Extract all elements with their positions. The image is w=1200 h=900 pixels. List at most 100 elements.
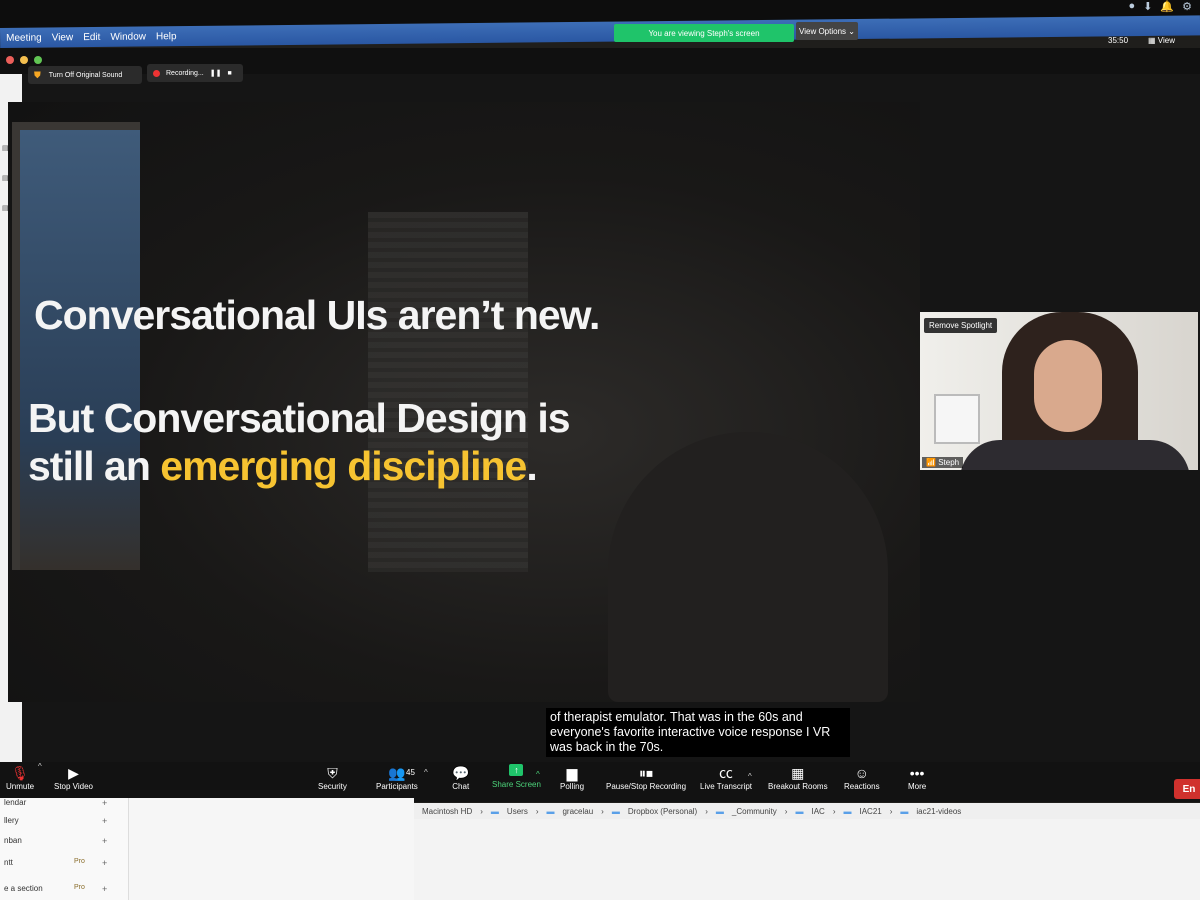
breakout-rooms-button[interactable]: ▦ Breakout Rooms — [768, 764, 828, 791]
view-button[interactable]: ▦ View — [1148, 36, 1175, 45]
shared-screen-slide: Conversational UIs aren’t new. But Conve… — [8, 102, 920, 702]
path-item[interactable]: IAC — [811, 807, 824, 816]
end-meeting-button[interactable]: En — [1174, 779, 1200, 799]
live-caption: of therapist emulator. That was in the 6… — [546, 708, 850, 757]
folder-icon: ▬ — [715, 806, 724, 816]
polling-label: Polling — [560, 782, 585, 791]
reactions-button[interactable]: ☺ Reactions — [844, 764, 880, 791]
slide-headline-1: Conversational UIs aren’t new. — [34, 292, 600, 338]
caret-up-icon[interactable]: ^ — [424, 768, 428, 777]
participant-name-label: Steph — [938, 458, 960, 467]
status-icon-2[interactable]: ⬇ — [1143, 0, 1152, 13]
participants-icon: 👥 — [388, 765, 406, 781]
menu-view[interactable]: View — [52, 32, 74, 43]
folder-icon: ▬ — [546, 806, 555, 816]
menu-edit[interactable]: Edit — [83, 31, 100, 42]
path-item[interactable]: IAC21 — [859, 807, 881, 816]
pause-stop-icon: ⏸⏹ — [639, 765, 654, 781]
participant-count: 45 — [406, 768, 415, 777]
menu-window[interactable]: Window — [110, 31, 146, 42]
finder-content-area — [414, 819, 1200, 900]
live-transcript-label: Live Transcript — [700, 782, 753, 791]
sidebar-item[interactable]: ntt — [4, 858, 13, 867]
meeting-timer: 35:50 — [1108, 36, 1129, 45]
shield-icon: ⛨ — [327, 765, 338, 781]
caret-up-icon[interactable]: ^ — [748, 772, 752, 781]
mic-muted-icon: 🎙 — [11, 765, 29, 781]
pro-badge: Pro — [74, 884, 85, 891]
status-icon-1[interactable]: ● — [1129, 0, 1136, 13]
share-arrow-icon: ↑ — [509, 764, 524, 776]
path-item[interactable]: Macintosh HD — [422, 807, 472, 816]
stop-video-button[interactable]: ▶ Stop Video — [54, 764, 93, 791]
path-item[interactable]: Users — [507, 807, 528, 816]
reactions-label: Reactions — [844, 782, 880, 791]
finder-path-bar: Macintosh HD › ▬ Users › ▬ gracelau › ▬ Dropbo… — [414, 803, 1200, 819]
add-icon[interactable]: + — [102, 858, 107, 868]
slide-text-period: . — [526, 443, 537, 489]
grid-icon: ▦ — [791, 765, 805, 781]
security-button[interactable]: ⛨ Security — [318, 764, 347, 791]
pause-icon[interactable]: ❚❚ — [210, 69, 222, 77]
caret-up-icon[interactable]: ^ — [38, 762, 42, 771]
slide-headline-2b: still an emerging discipline. — [28, 442, 570, 490]
recording-button[interactable]: ⏸⏹ Pause/Stop Recording — [606, 764, 686, 791]
original-sound-label: Turn Off Original Sound — [48, 71, 123, 79]
path-item[interactable]: iac21-videos — [916, 807, 961, 816]
gear-icon[interactable]: ⚙ — [1182, 0, 1192, 13]
remove-spotlight-button[interactable]: Remove Spotlight — [924, 318, 998, 333]
more-dots-icon: ••• — [909, 765, 925, 781]
menu-meeting[interactable]: Meeting — [6, 32, 42, 43]
person-reflection — [608, 432, 888, 702]
add-icon[interactable]: + — [102, 884, 107, 894]
sidebar-item[interactable]: lendar — [4, 798, 26, 807]
recording-label: Recording... — [166, 69, 204, 77]
menu-help[interactable]: Help — [156, 31, 177, 42]
close-icon[interactable] — [6, 56, 14, 64]
recording-button-label: Pause/Stop Recording — [606, 782, 687, 791]
add-icon[interactable]: + — [102, 816, 107, 826]
polling-button[interactable]: ▆ Polling — [560, 764, 584, 791]
share-screen-button[interactable]: ↑ Share Screen — [492, 764, 541, 789]
folder-icon: ▬ — [611, 806, 620, 816]
unmute-label: Unmute — [6, 782, 35, 791]
view-options-button[interactable]: View Options ⌄ — [796, 22, 858, 40]
stop-video-label: Stop Video — [54, 782, 93, 791]
menu-status-icons: ● ⬇ 🔔 ⚙ — [1129, 0, 1192, 13]
bar-chart-icon: ▆ — [566, 765, 578, 781]
unmute-button[interactable]: 🎙 Unmute — [6, 764, 34, 791]
stop-icon[interactable]: ■ — [227, 70, 231, 77]
background-sidebar: lendar + llery + nban + ntt Pro + e a se… — [0, 798, 129, 900]
sidebar-item[interactable]: e a section — [4, 884, 43, 893]
bell-icon[interactable]: 🔔 — [1160, 0, 1174, 13]
wall-frame — [934, 394, 980, 444]
video-camera-icon: ▶ — [68, 765, 79, 781]
chat-label: Chat — [452, 782, 470, 791]
window-controls — [6, 56, 42, 64]
shield-icon: ⛊ — [34, 69, 41, 80]
sidebar-item[interactable]: llery — [4, 816, 19, 825]
folder-icon: ▬ — [843, 806, 852, 816]
minimize-icon[interactable] — [20, 56, 28, 64]
chat-button[interactable]: 💬 Chat — [452, 764, 469, 791]
add-icon[interactable]: + — [102, 798, 107, 808]
share-screen-label: Share Screen — [492, 780, 541, 789]
original-sound-button[interactable]: ⛊ Turn Off Original Sound — [28, 66, 142, 84]
recording-indicator: Recording... ❚❚ ■ — [147, 64, 243, 82]
smiley-icon: ☺ — [854, 765, 869, 781]
path-item[interactable]: Dropbox (Personal) — [628, 807, 697, 816]
participants-label: Participants — [376, 782, 418, 791]
sidebar-item[interactable]: nban — [4, 836, 22, 845]
live-transcript-button[interactable]: ㏄ Live Transcript — [700, 764, 752, 791]
folder-icon: ▬ — [795, 806, 804, 816]
caret-up-icon[interactable]: ^ — [536, 770, 540, 779]
slide-text-highlight: emerging discipline — [160, 443, 527, 489]
maximize-icon[interactable] — [34, 56, 42, 64]
more-label: More — [908, 782, 927, 791]
path-item[interactable]: gracelau — [562, 807, 593, 816]
add-icon[interactable]: + — [102, 836, 107, 846]
participant-face — [1034, 340, 1102, 432]
more-button[interactable]: ••• More — [908, 764, 926, 791]
path-item[interactable]: _Community — [732, 807, 777, 816]
slide-headline-2: But Conversational Design is still an em… — [28, 394, 571, 490]
